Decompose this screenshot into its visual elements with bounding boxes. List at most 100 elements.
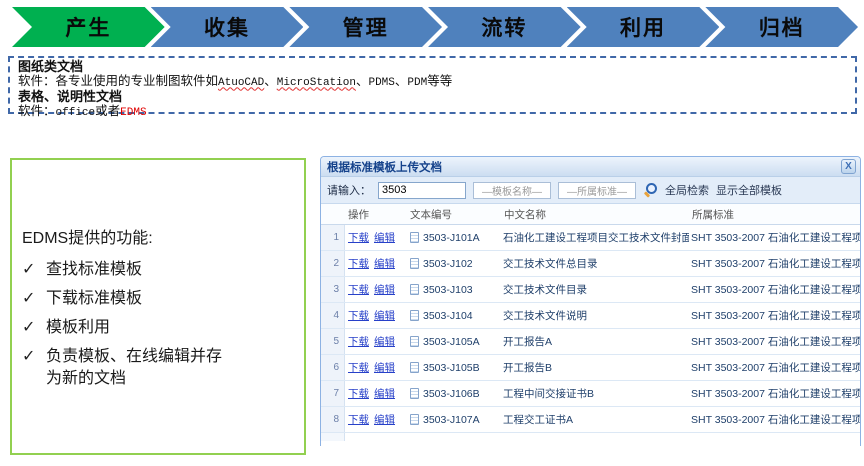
flow-step-4: 流转 [428,7,581,47]
edms-list-item: ✓模板利用 [22,317,294,339]
table-row: 8下载编辑 3503-J107A工程交工证书ASHT 3503-2007 石油化工… [321,407,860,433]
edms-list-item: ✓查找标准模板 [22,259,294,281]
search-input[interactable] [378,182,466,199]
edms-list-item: ✓负责模板、在线编辑并存为新的文档 [22,346,294,390]
doc-code: 3503-J106B [423,388,480,400]
edit-link[interactable]: 编辑 [374,284,395,296]
note-text: 或者 [95,104,120,118]
standard-dropdown[interactable]: —所属标准— [558,182,636,199]
download-link[interactable]: 下载 [348,414,369,426]
flow-step-5: 利用 [567,7,720,47]
doc-code: 3503-J105A [423,336,480,348]
doc-name: 工程交工证书A [501,412,689,427]
doc-standard: SHT 3503-2007 石油化工建设工程项目交工... [689,282,860,297]
document-icon [410,336,419,347]
row-actions: 下载编辑 [345,282,407,297]
doc-code: 3503-J105B [423,362,480,374]
close-icon[interactable]: X [841,159,856,174]
doc-code: 3503-J101A [423,232,480,244]
download-link[interactable]: 下载 [348,258,369,270]
checkmark-icon: ✓ [22,317,46,339]
document-icon [410,258,419,269]
doc-name: 开工报告A [501,334,689,349]
download-link[interactable]: 下载 [348,336,369,348]
row-actions: 下载编辑 [345,230,407,245]
edit-link[interactable]: 编辑 [374,258,395,270]
template-table-body: 1下载编辑3503-J101A石油化工建设工程项目交工技术文件封面ASHT 35… [321,225,860,433]
note-text: 等等 [427,74,452,88]
note-text: 、 [356,74,369,88]
note-line: 图纸类文档 [18,60,847,75]
note-text: 表格、说明性文档 [18,89,122,104]
checkmark-icon: ✓ [22,288,46,310]
edit-link[interactable]: 编辑 [374,310,395,322]
header-standard: 所属标准 [689,207,860,222]
row-number: 8 [321,407,345,432]
download-link[interactable]: 下载 [348,284,369,296]
table-row: 3下载编辑3503-J103交工技术文件目录SHT 3503-2007 石油化工… [321,277,860,303]
search-input-label: 请输入： [327,182,371,198]
upload-template-dialog: 根据标准模板上传文档 X 请输入： —模板名称— —所属标准— 全局检索 显示全… [320,156,861,446]
table-row: 4下载编辑3503-J104交工技术文件说明SHT 3503-2007 石油化工… [321,303,860,329]
row-actions: 下载编辑 [345,360,407,375]
document-icon [410,310,419,321]
note-line: 软件：各专业使用的专业制图软件如AtuoCAD、MicroStation、PDM… [18,75,847,91]
checkmark-icon: ✓ [22,346,46,390]
doc-name: 交工技术文件总目录 [501,256,689,271]
note-text: 图纸类文档 [18,59,83,74]
table-row: 1下载编辑3503-J101A石油化工建设工程项目交工技术文件封面ASHT 35… [321,225,860,251]
table-row: 6下载编辑3503-J105B开工报告BSHT 3503-2007 石油化工建设… [321,355,860,381]
download-link[interactable]: 下载 [348,362,369,374]
download-link[interactable]: 下载 [348,388,369,400]
note-line: 表格、说明性文档 [18,90,847,105]
row-actions: 下载编辑 [345,386,407,401]
flow-step-2: 收集 [151,7,304,47]
process-flow: 产生收集管理流转利用归档 [12,7,858,47]
doc-name: 开工报告B [501,360,689,375]
header-action: 操作 [345,207,407,222]
global-search-button[interactable]: 全局检索 [665,182,709,198]
table-row: 7下载编辑3503-J106B工程中间交接证书BSHT 3503-2007 石油… [321,381,860,407]
edms-item-label: 负责模板、在线编辑并存为新的文档 [46,346,228,390]
doc-code-cell: 3503-J103 [407,284,501,296]
edms-list-item: ✓下载标准模板 [22,288,294,310]
note-text: EDMS [120,107,146,119]
row-actions: 下载编辑 [345,334,407,349]
header-doc-code: 文本编号 [407,207,501,222]
row-number: 1 [321,225,345,250]
table-row-partial [321,433,860,441]
edit-link[interactable]: 编辑 [374,232,395,244]
note-text: 软件：各专业使用的专业制图软件如 [18,74,218,88]
note-text: 软件： [18,104,56,118]
doc-code-cell: 3503-J102 [407,258,501,270]
note-line: 软件：office或者EDMS [18,105,847,121]
note-text: PDMS [368,77,394,89]
doc-code: 3503-J102 [423,258,473,270]
edit-link[interactable]: 编辑 [374,414,395,426]
download-link[interactable]: 下载 [348,232,369,244]
search-toolbar: 请输入： —模板名称— —所属标准— 全局检索 显示全部模板 [321,177,860,204]
doc-code-cell: 3503-J107A [407,414,501,426]
note-text: AtuoCAD [218,77,264,89]
edit-link[interactable]: 编辑 [374,388,395,400]
row-number: 4 [321,303,345,328]
row-actions: 下载编辑 [345,308,407,323]
row-number: 5 [321,329,345,354]
download-link[interactable]: 下载 [348,310,369,322]
template-name-dropdown[interactable]: —模板名称— [473,182,551,199]
row-actions: 下载编辑 [345,256,407,271]
document-icon [410,388,419,399]
doc-standard: SHT 3503-2007 石油化工建设工程项目交工... [689,256,860,271]
show-all-templates-button[interactable]: 显示全部模板 [716,182,782,198]
doc-code-cell: 3503-J105B [407,362,501,374]
flow-step-6: 归档 [705,7,858,47]
document-icon [410,284,419,295]
edit-link[interactable]: 编辑 [374,362,395,374]
doc-name: 交工技术文件说明 [501,308,689,323]
edms-item-label: 下载标准模板 [46,288,142,310]
note-text: office [56,107,96,119]
doc-standard: SHT 3503-2007 石油化工建设工程项目交工... [689,412,860,427]
magnifier-icon[interactable] [643,183,658,198]
doc-standard: SHT 3503-2007 石油化工建设工程项目交工... [689,334,860,349]
edit-link[interactable]: 编辑 [374,336,395,348]
